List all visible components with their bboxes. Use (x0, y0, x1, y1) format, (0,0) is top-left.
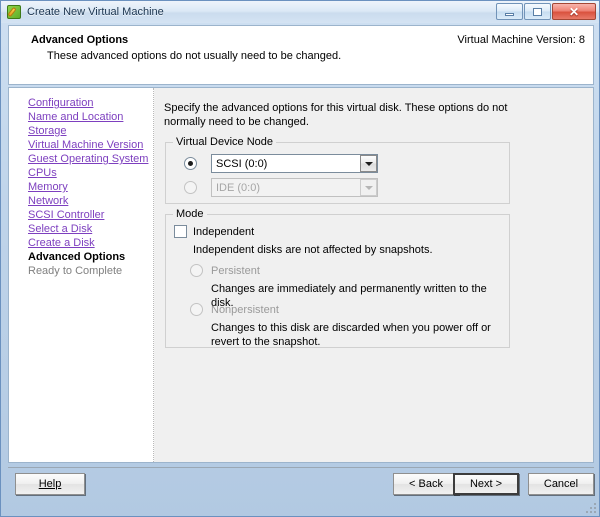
wizard-step-list: Configuration Name and Location Storage … (9, 88, 154, 462)
intro-text: Specify the advanced options for this vi… (164, 101, 520, 129)
maximize-icon (533, 8, 542, 16)
independent-checkbox[interactable] (174, 225, 187, 238)
sidebar-item-scsi-controller[interactable]: SCSI Controller (9, 208, 153, 222)
virtual-device-node-group: Virtual Device Node SCSI (0:0) IDE (0:0) (165, 142, 510, 204)
dialog-window: Create New Virtual Machine ✕ Advanced Op… (0, 0, 600, 517)
ide-node-value: IDE (0:0) (212, 182, 360, 194)
close-button[interactable]: ✕ (552, 3, 596, 20)
cancel-button[interactable]: Cancel (528, 473, 594, 495)
next-button[interactable]: Next > (453, 473, 519, 495)
independent-description: Independent disks are not affected by sn… (193, 243, 493, 257)
nonpersistent-radio[interactable] (190, 303, 203, 316)
help-button-label: Help (39, 478, 62, 490)
mode-group: Mode Independent Independent disks are n… (165, 214, 510, 348)
header-panel: Advanced Options These advanced options … (8, 25, 594, 85)
chevron-down-icon-disabled (360, 179, 377, 196)
help-button[interactable]: Help (15, 473, 85, 495)
nonpersistent-label: Nonpersistent (211, 304, 279, 316)
main-panel: Configuration Name and Location Storage … (8, 87, 594, 463)
next-button-label: Next > (470, 478, 502, 490)
window-controls: ✕ (496, 3, 596, 20)
virtual-device-node-legend: Virtual Device Node (173, 136, 276, 148)
sidebar-item-configuration[interactable]: Configuration (9, 96, 153, 110)
sidebar-item-guest-operating-system[interactable]: Guest Operating System (9, 152, 153, 166)
resize-grip[interactable] (584, 501, 596, 513)
close-icon: ✕ (569, 6, 579, 18)
maximize-button[interactable] (524, 3, 551, 20)
content-area: Specify the advanced options for this vi… (154, 88, 593, 462)
mode-legend: Mode (173, 208, 207, 220)
sidebar-item-storage[interactable]: Storage (9, 124, 153, 138)
sidebar-item-virtual-machine-version[interactable]: Virtual Machine Version (9, 138, 153, 152)
sidebar-item-advanced-options: Advanced Options (9, 250, 153, 264)
sidebar-item-ready-to-complete: Ready to Complete (9, 264, 153, 278)
sidebar-item-cpus[interactable]: CPUs (9, 166, 153, 180)
title-bar: Create New Virtual Machine ✕ (1, 1, 599, 23)
scsi-node-dropdown[interactable]: SCSI (0:0) (211, 154, 378, 173)
ide-radio[interactable] (184, 181, 197, 194)
window-title: Create New Virtual Machine (27, 6, 164, 18)
back-button-label: < Back (409, 478, 443, 490)
sidebar-item-memory[interactable]: Memory (9, 180, 153, 194)
sidebar-item-network[interactable]: Network (9, 194, 153, 208)
independent-label[interactable]: Independent (193, 226, 254, 238)
sidebar-item-name-and-location[interactable]: Name and Location (9, 110, 153, 124)
persistent-label: Persistent (211, 265, 260, 277)
chevron-down-icon[interactable] (360, 155, 377, 172)
page-subtitle: These advanced options do not usually ne… (47, 50, 341, 62)
page-title: Advanced Options (31, 34, 128, 46)
scsi-radio[interactable] (184, 157, 197, 170)
ide-node-dropdown[interactable]: IDE (0:0) (211, 178, 378, 197)
scsi-node-value: SCSI (0:0) (212, 158, 360, 170)
persistent-radio[interactable] (190, 264, 203, 277)
minimize-icon (505, 13, 514, 16)
sidebar-item-create-a-disk[interactable]: Create a Disk (9, 236, 153, 250)
nonpersistent-description: Changes to this disk are discarded when … (211, 321, 501, 349)
sidebar-item-select-a-disk[interactable]: Select a Disk (9, 222, 153, 236)
vm-version-label: Virtual Machine Version: 8 (457, 34, 585, 46)
back-button[interactable]: < Back (393, 473, 459, 495)
footer-separator (8, 467, 594, 468)
minimize-button[interactable] (496, 3, 523, 20)
vm-app-icon (6, 4, 22, 20)
cancel-button-label: Cancel (544, 478, 578, 490)
